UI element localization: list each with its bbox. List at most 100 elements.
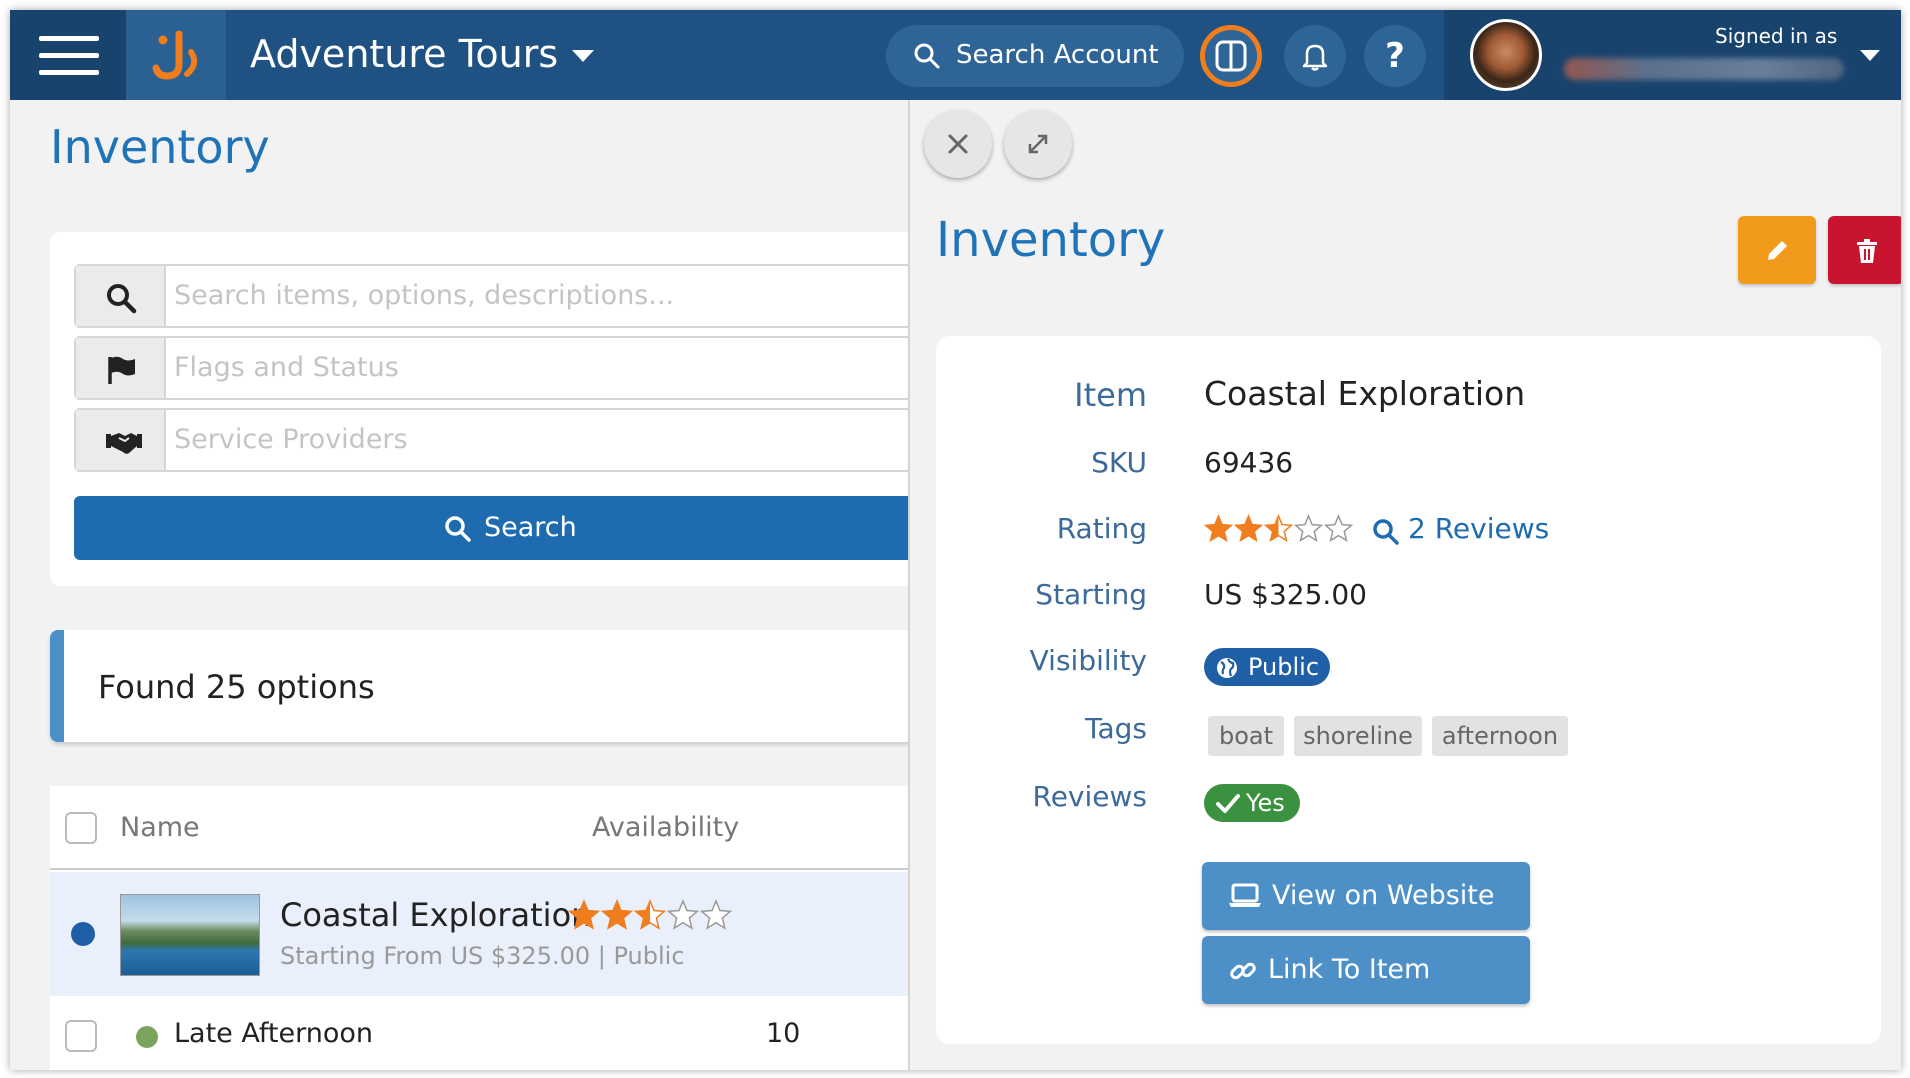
column-header-availability[interactable]: Availability	[592, 812, 739, 843]
rating-stars	[568, 899, 733, 930]
inventory-table: Name Availability Coastal Exploration St…	[50, 786, 920, 1070]
split-panel-icon	[1215, 40, 1247, 72]
expand-icon	[1028, 134, 1048, 154]
pencil-icon	[1768, 241, 1787, 260]
chevron-down-icon[interactable]	[572, 50, 594, 62]
search-icon	[914, 43, 940, 69]
star-icon	[1233, 514, 1264, 542]
item-name[interactable]: Coastal Exploration	[280, 896, 591, 934]
search-icon	[76, 266, 166, 326]
panel-title: Inventory	[936, 212, 1166, 268]
visibility-value: Public	[1248, 653, 1320, 681]
user-menu[interactable]: Signed in as	[1444, 10, 1901, 100]
bell-icon	[1302, 44, 1328, 71]
reviews-link-label: 2 Reviews	[1408, 512, 1550, 545]
table-row[interactable]: Late Afternoon 10	[50, 996, 920, 1070]
user-name-redacted	[1564, 58, 1844, 80]
view-website-label: View on Website	[1272, 880, 1495, 911]
brand-logo[interactable]	[126, 10, 226, 100]
search-input[interactable]: Search items, options, descriptions...	[74, 264, 954, 328]
star-icon	[600, 899, 634, 930]
split-panel-button[interactable]	[1200, 25, 1262, 87]
star-icon	[699, 899, 733, 930]
table-header: Name Availability	[50, 786, 920, 870]
found-count: Found 25 options	[98, 668, 375, 706]
star-icon	[666, 899, 700, 930]
link-item-label: Link To Item	[1268, 954, 1431, 985]
star-icon	[1293, 514, 1324, 542]
search-button-label: Search	[484, 512, 577, 543]
search-placeholder: Search items, options, descriptions...	[174, 280, 675, 311]
starting-value: US $325.00	[1204, 578, 1367, 611]
row-checkbox[interactable]	[65, 1020, 97, 1052]
item-subtitle: Starting From US $325.00 | Public	[280, 942, 685, 970]
star-icon	[1204, 514, 1234, 542]
item-label: Item	[1074, 376, 1147, 414]
search-account-label: Search Account	[956, 40, 1159, 70]
column-header-name[interactable]: Name	[120, 812, 200, 843]
option-availability: 10	[766, 1018, 801, 1049]
avatar[interactable]	[1470, 19, 1542, 91]
question-icon[interactable]: ?	[1364, 25, 1426, 87]
results-summary: Found 25 options	[50, 630, 920, 742]
hamburger-icon[interactable]	[10, 10, 126, 100]
notifications-button[interactable]	[1284, 25, 1346, 87]
star-icon	[1323, 514, 1354, 542]
reviews-label: Reviews	[1032, 780, 1148, 813]
star-icon	[633, 899, 667, 930]
tag-badge: afternoon	[1432, 716, 1568, 756]
signed-in-label: Signed in as	[1715, 24, 1838, 48]
sku-label: SKU	[1091, 446, 1147, 479]
close-icon	[948, 134, 968, 154]
app-title[interactable]: Adventure Tours	[250, 32, 558, 76]
delete-button[interactable]	[1828, 216, 1901, 284]
search-icon	[1373, 519, 1399, 545]
edit-button[interactable]	[1738, 216, 1816, 284]
handshake-icon	[76, 410, 166, 470]
page-title: Inventory	[50, 120, 270, 174]
star-icon	[1263, 514, 1294, 542]
reviews-value: Yes	[1246, 789, 1285, 817]
flag-icon	[76, 338, 166, 398]
flags-placeholder: Flags and Status	[174, 352, 399, 383]
visibility-label: Visibility	[1029, 644, 1147, 677]
status-badge: Public	[1204, 648, 1330, 686]
sku-value: 69436	[1204, 446, 1294, 479]
view-on-website-button[interactable]: View on Website	[1202, 862, 1530, 930]
providers-placeholder: Service Providers	[174, 424, 408, 455]
table-row[interactable]: Coastal Exploration Starting From US $32…	[50, 872, 920, 996]
trash-icon	[1857, 239, 1877, 263]
link-to-item-button[interactable]: Link To Item	[1202, 936, 1530, 1004]
status-dot	[136, 1026, 158, 1048]
item-detail-card: Item Coastal Exploration SKU 69436 Ratin…	[936, 336, 1881, 1044]
tags-label: Tags	[1085, 712, 1147, 745]
status-badge: Yes	[1204, 784, 1300, 822]
tag-badge: boat	[1208, 716, 1284, 756]
app-window: Adventure Tours Search Account ? Signed …	[10, 10, 1901, 1070]
search-button[interactable]: Search	[74, 496, 954, 560]
item-value: Coastal Exploration	[1204, 374, 1526, 413]
tag-badge: shoreline	[1294, 716, 1422, 756]
search-icon	[445, 516, 471, 542]
flags-status-select[interactable]: Flags and Status	[74, 336, 954, 400]
rating-stars	[1204, 514, 1354, 542]
option-name[interactable]: Late Afternoon	[174, 1018, 373, 1049]
globe-icon	[1217, 658, 1237, 678]
top-bar: Adventure Tours Search Account ? Signed …	[10, 10, 1901, 100]
check-icon	[1216, 794, 1240, 813]
select-all-checkbox[interactable]	[65, 812, 97, 844]
item-thumbnail	[120, 894, 260, 976]
selected-radio[interactable]	[71, 922, 95, 946]
chevron-down-icon[interactable]	[1860, 50, 1880, 61]
star-icon	[568, 899, 601, 930]
search-account-button[interactable]: Search Account	[886, 25, 1184, 87]
link-icon	[1230, 962, 1256, 980]
laptop-icon	[1229, 883, 1261, 907]
rating-label: Rating	[1056, 512, 1147, 545]
close-button[interactable]	[924, 110, 992, 178]
filter-card: Search items, options, descriptions... F…	[50, 232, 954, 586]
expand-button[interactable]	[1004, 110, 1072, 178]
service-providers-select[interactable]: Service Providers	[74, 408, 954, 472]
starting-label: Starting	[1035, 578, 1147, 611]
detail-panel: Inventory Item Coastal Exploration SKU 6…	[908, 100, 1901, 1070]
